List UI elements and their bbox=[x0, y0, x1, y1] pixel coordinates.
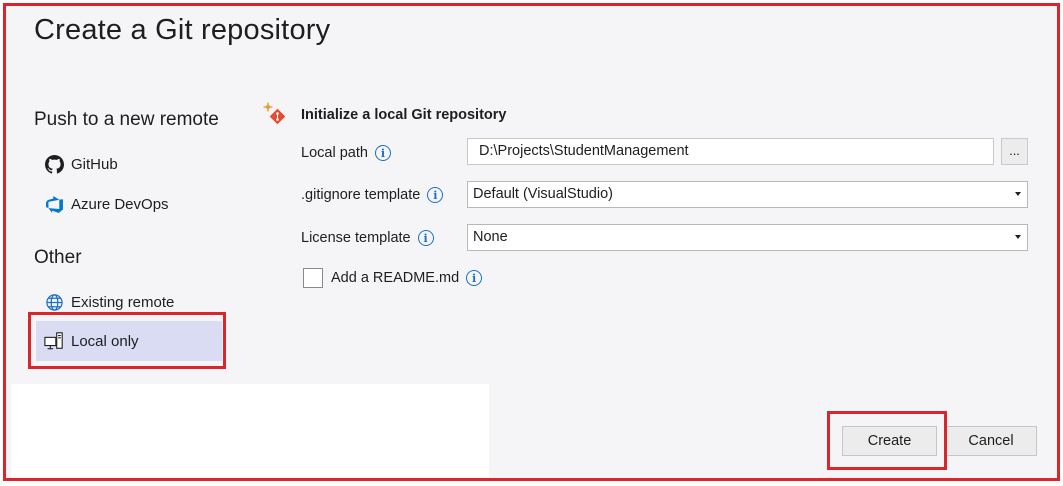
dialog-title: Create a Git repository bbox=[34, 14, 331, 46]
local-path-label: Local path i bbox=[301, 145, 391, 161]
globe-icon bbox=[44, 292, 64, 312]
license-label-text: License template bbox=[301, 230, 411, 246]
browse-button[interactable]: ... bbox=[1001, 138, 1028, 165]
dialog-window: Create a Git repository Push to a new re… bbox=[3, 3, 1060, 481]
sidebar-item-label: Existing remote bbox=[71, 293, 175, 311]
license-selected-value: None bbox=[473, 229, 508, 245]
github-icon bbox=[44, 154, 64, 174]
blank-region bbox=[11, 384, 489, 478]
gitignore-label: .gitignore template i bbox=[301, 187, 444, 203]
create-highlight bbox=[827, 411, 947, 470]
gitignore-template-select[interactable]: Default (VisualStudio) bbox=[467, 181, 1028, 208]
license-template-select[interactable]: None bbox=[467, 224, 1028, 251]
dropdown-arrow-icon bbox=[1015, 192, 1021, 196]
gitignore-selected-value: Default (VisualStudio) bbox=[473, 186, 613, 202]
license-label: License template i bbox=[301, 230, 434, 246]
azure-devops-icon bbox=[44, 194, 64, 214]
sidebar-item-github[interactable]: GitHub bbox=[36, 145, 222, 183]
readme-label: Add a README.md i bbox=[331, 270, 483, 286]
other-header: Other bbox=[34, 247, 82, 268]
local-path-label-text: Local path bbox=[301, 145, 368, 161]
sidebar-item-azure-devops[interactable]: Azure DevOps bbox=[36, 185, 222, 223]
push-remote-header: Push to a new remote bbox=[34, 109, 219, 130]
local-path-input[interactable]: D:\Projects\StudentManagement bbox=[467, 138, 994, 165]
info-icon[interactable]: i bbox=[427, 187, 444, 203]
dropdown-arrow-icon bbox=[1015, 235, 1021, 239]
gitignore-label-text: .gitignore template bbox=[301, 187, 421, 203]
info-icon[interactable]: i bbox=[466, 270, 483, 286]
form-title: Initialize a local Git repository bbox=[301, 107, 507, 123]
info-icon[interactable]: i bbox=[374, 145, 391, 161]
readme-label-text: Add a README.md bbox=[331, 270, 460, 286]
sidebar-item-label: GitHub bbox=[71, 155, 118, 173]
cancel-button[interactable]: Cancel bbox=[945, 426, 1037, 456]
local-only-highlight bbox=[28, 312, 226, 369]
info-icon[interactable]: i bbox=[417, 230, 434, 246]
readme-checkbox[interactable] bbox=[303, 268, 323, 288]
sidebar-item-label: Azure DevOps bbox=[71, 195, 169, 213]
git-repo-icon bbox=[262, 102, 288, 128]
